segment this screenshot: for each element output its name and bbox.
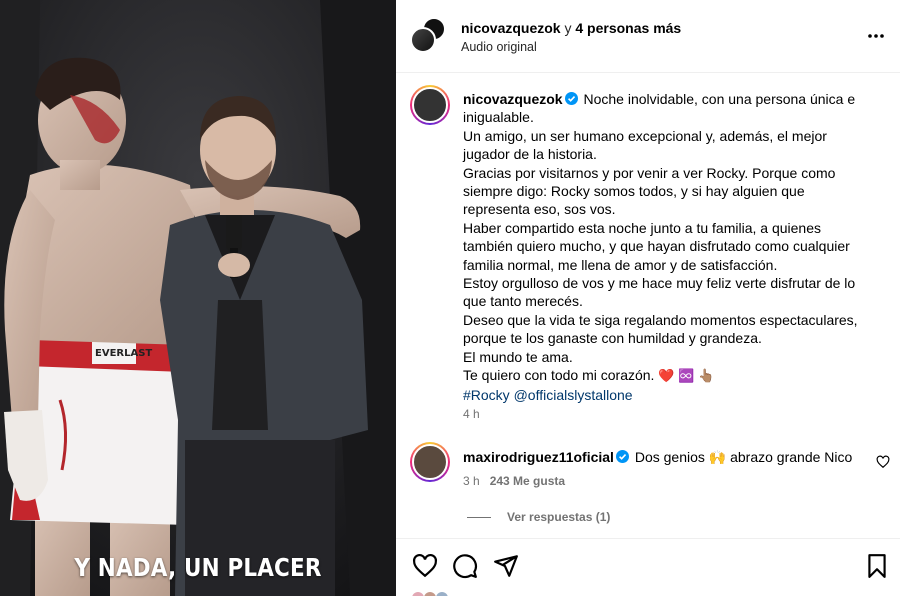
hashtag-link[interactable]: #Rocky	[463, 387, 510, 403]
caption-line: Deseo que la vida te siga regalando mome…	[463, 311, 858, 347]
share-icon[interactable]	[493, 553, 519, 579]
collab-avatars[interactable]	[410, 17, 446, 55]
caption-emojis: ❤️ ♾️ 👆🏽	[658, 368, 715, 384]
header-connector: y	[560, 20, 576, 36]
caption-username[interactable]: nicovazquezok	[463, 91, 563, 107]
comment-icon[interactable]	[452, 553, 478, 579]
collab-title: nicovazquezok y 4 personas más	[461, 20, 681, 36]
video-caption: Y NADA, UN PLACER	[74, 553, 322, 582]
mention-link[interactable]: @officialslystallone	[514, 387, 633, 403]
audio-link[interactable]: Audio original	[461, 40, 537, 54]
comment-body-end: abrazo grande Nico	[726, 449, 853, 465]
comment-username[interactable]: maxirodriguez11oficial	[463, 449, 614, 465]
post-media[interactable]: EVERLAST Y NADA, UN PLACER	[0, 0, 396, 596]
action-bar	[396, 538, 900, 596]
replies-label: Ver respuestas (1)	[507, 510, 611, 524]
post-header: nicovazquezok y 4 personas más Audio ori…	[396, 0, 900, 73]
shorts-brand: EVERLAST	[95, 348, 152, 359]
verified-badge-icon	[564, 92, 578, 105]
caption-line: Te quiero con todo mi corazón.	[463, 367, 655, 384]
bookmark-icon[interactable]	[864, 553, 890, 579]
comment-likes[interactable]: 243 Me gusta	[490, 474, 565, 488]
more-icon[interactable]	[866, 26, 886, 46]
comment-text: maxirodriguez11oficial Dos genios 🙌 abra…	[463, 449, 852, 466]
replies-divider	[467, 517, 491, 519]
caption-line: Haber compartido esta noche junto a tu f…	[463, 219, 850, 273]
liker-avatars[interactable]	[412, 590, 462, 596]
comment-meta: 3 h 243 Me gusta	[463, 474, 565, 488]
comment-time[interactable]: 3 h	[463, 474, 480, 488]
caption-line: El mundo te ama.	[463, 348, 573, 365]
caption-line: Un amigo, un ser humano excepcional y, a…	[463, 127, 827, 163]
header-others-link[interactable]: 4 personas más	[575, 20, 681, 36]
caption-line: Estoy orgulloso de vos y me hace muy fel…	[463, 275, 856, 310]
comment-avatar[interactable]	[410, 442, 450, 482]
comment-body: Dos genios	[634, 449, 709, 465]
caption-avatar[interactable]	[410, 85, 450, 125]
verified-badge-icon	[615, 450, 629, 463]
comment-emoji: 🙌	[708, 449, 727, 465]
comment-heart-icon[interactable]	[876, 455, 890, 469]
header-username[interactable]: nicovazquezok	[461, 20, 561, 36]
view-replies-button[interactable]: Ver respuestas (1)	[467, 510, 610, 524]
post-panel: nicovazquezok y 4 personas más Audio ori…	[396, 0, 900, 596]
heart-icon[interactable]	[412, 553, 438, 579]
caption-line: Gracias por visitarnos y por venir a ver…	[463, 164, 836, 218]
author-avatar[interactable]	[410, 27, 436, 53]
post-photo: EVERLAST	[0, 0, 396, 596]
post-timestamp[interactable]: 4 h	[463, 407, 480, 421]
post-caption: nicovazquezok Noche inolvidable, con una…	[463, 90, 867, 404]
